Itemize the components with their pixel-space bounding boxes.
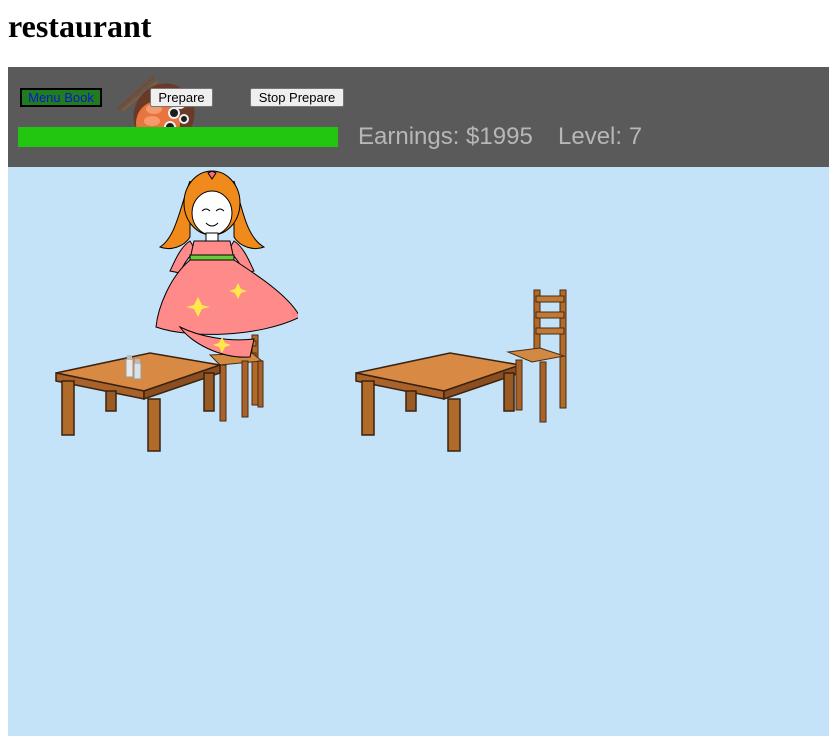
salt-shaker-icon: [125, 355, 142, 380]
progress-bar-fill: [18, 127, 338, 147]
page-title: restaurant: [8, 8, 152, 44]
waitress-icon[interactable]: [150, 167, 298, 362]
earnings-label: Earnings: $1995: [358, 123, 533, 150]
table-icon[interactable]: [354, 351, 524, 455]
prepare-button[interactable]: Prepare: [150, 88, 213, 107]
chair-icon[interactable]: [506, 288, 572, 426]
menu-book-button[interactable]: Menu Book: [20, 88, 102, 107]
level-label: Level: 7: [558, 123, 643, 150]
game-toolbar: Menu Book Prepare Stop Prepare Earnings:…: [8, 67, 829, 167]
stop-prepare-button[interactable]: Stop Prepare: [250, 88, 344, 107]
preparation-progress-bar: [18, 127, 338, 147]
restaurant-floor[interactable]: [8, 167, 829, 736]
